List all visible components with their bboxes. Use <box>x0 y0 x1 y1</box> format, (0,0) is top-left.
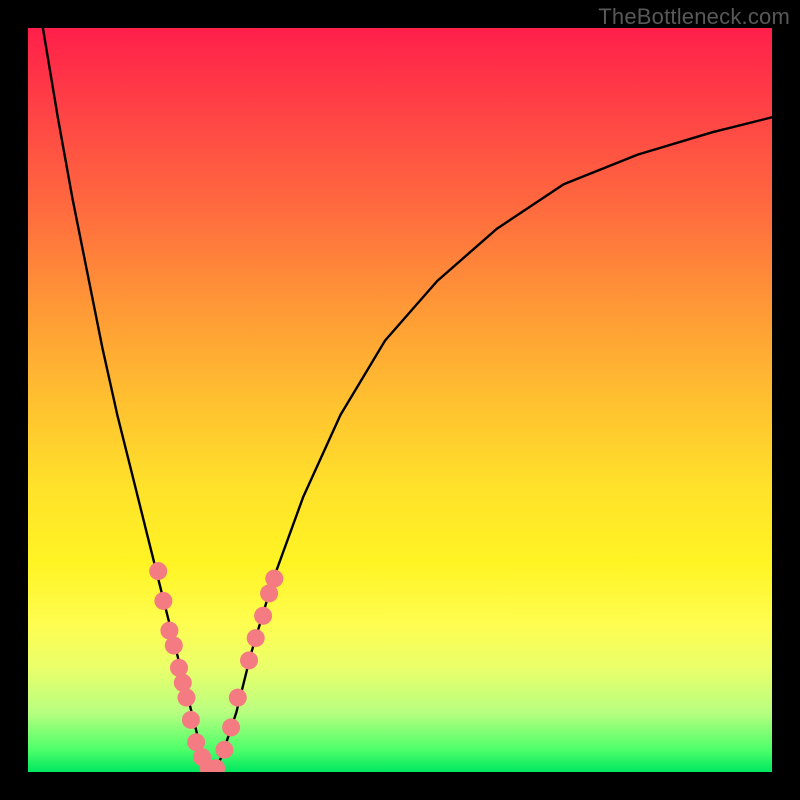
sample-dot <box>165 637 183 655</box>
sample-dot <box>182 711 200 729</box>
chart-svg <box>28 28 772 772</box>
sample-dot <box>178 689 196 707</box>
sample-dot <box>222 718 240 736</box>
bottleneck-curve-path <box>43 28 772 772</box>
sample-dot <box>265 570 283 588</box>
sample-dot <box>215 741 233 759</box>
bottleneck-curve <box>43 28 772 772</box>
sample-dot <box>240 651 258 669</box>
chart-frame: TheBottleneck.com <box>0 0 800 800</box>
sample-dot <box>154 592 172 610</box>
sample-dot <box>229 689 247 707</box>
sample-dot <box>254 607 272 625</box>
sample-dot <box>247 629 265 647</box>
sample-dots <box>149 562 283 772</box>
plot-area <box>28 28 772 772</box>
watermark-text: TheBottleneck.com <box>598 4 790 30</box>
sample-dot <box>149 562 167 580</box>
